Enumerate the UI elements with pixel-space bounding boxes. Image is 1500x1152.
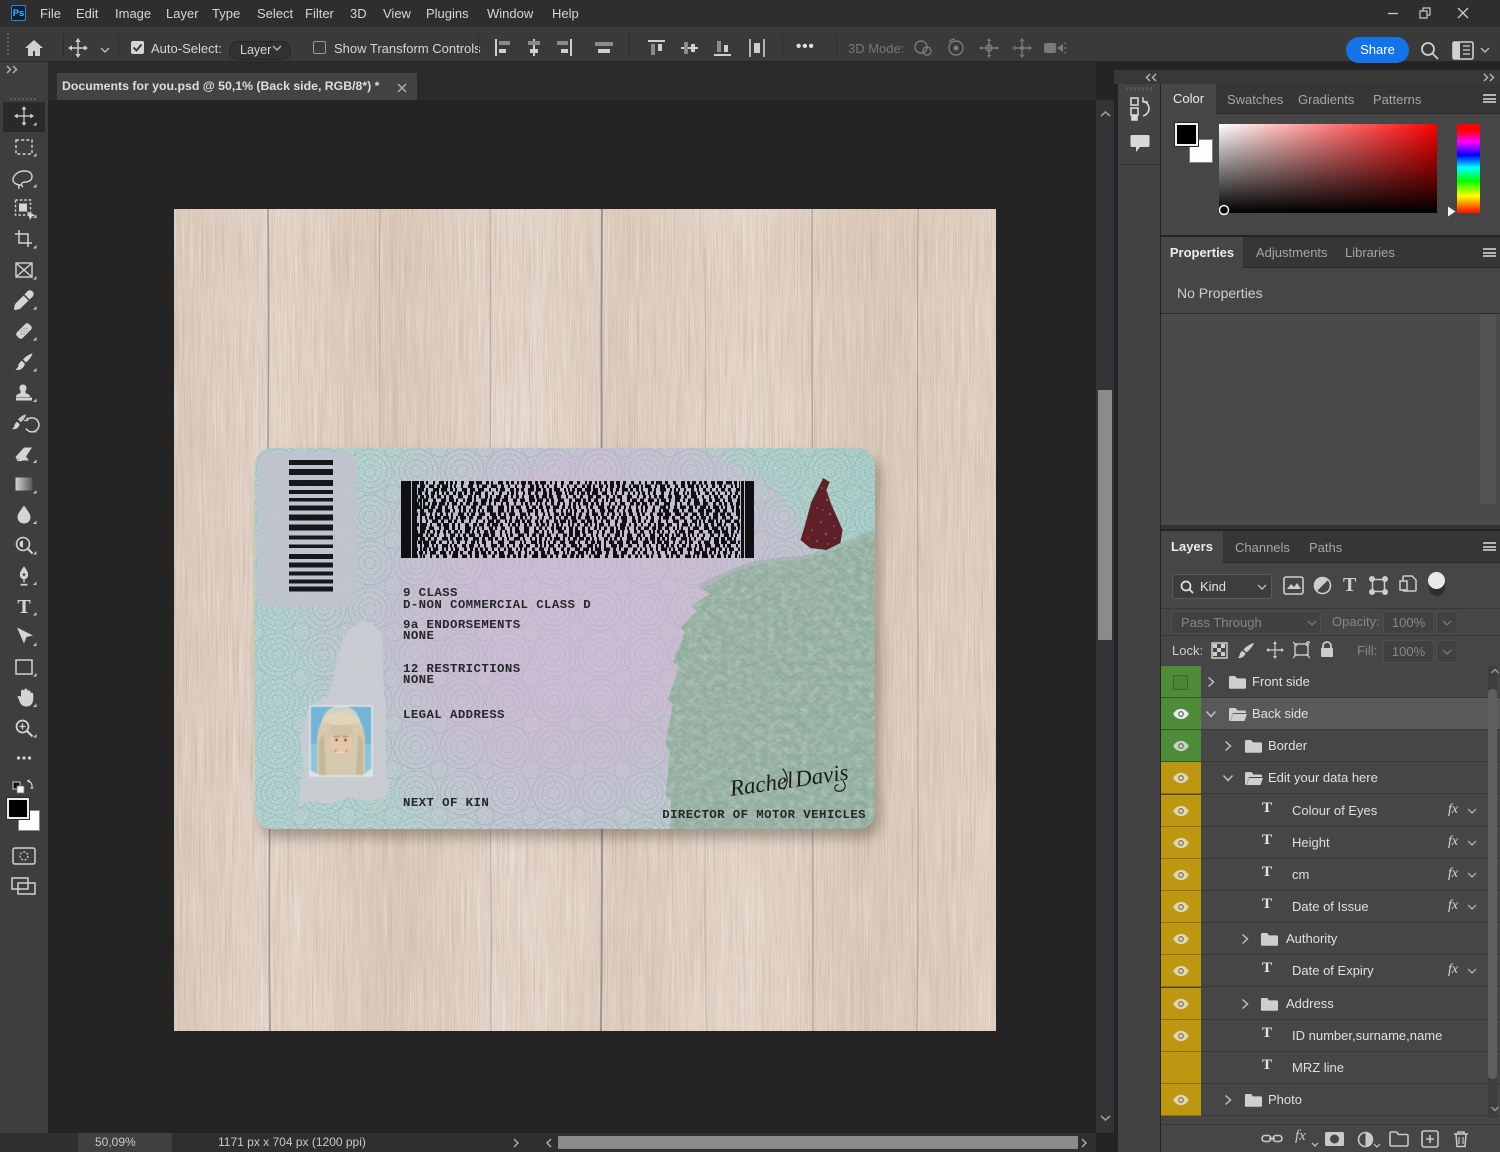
svg-text:DIRECTOR OF MOTOR VEHICLES: DIRECTOR OF MOTOR VEHICLES — [662, 808, 866, 822]
svg-text:NONE: NONE — [403, 673, 434, 687]
svg-text:LEGAL ADDRESS: LEGAL ADDRESS — [403, 708, 505, 722]
svg-text:D-NON COMMERCIAL CLASS D: D-NON COMMERCIAL CLASS D — [403, 598, 591, 612]
svg-text:NEXT OF KIN: NEXT OF KIN — [403, 796, 489, 810]
svg-text:NONE: NONE — [403, 629, 434, 643]
svg-text:T: T — [17, 596, 31, 618]
